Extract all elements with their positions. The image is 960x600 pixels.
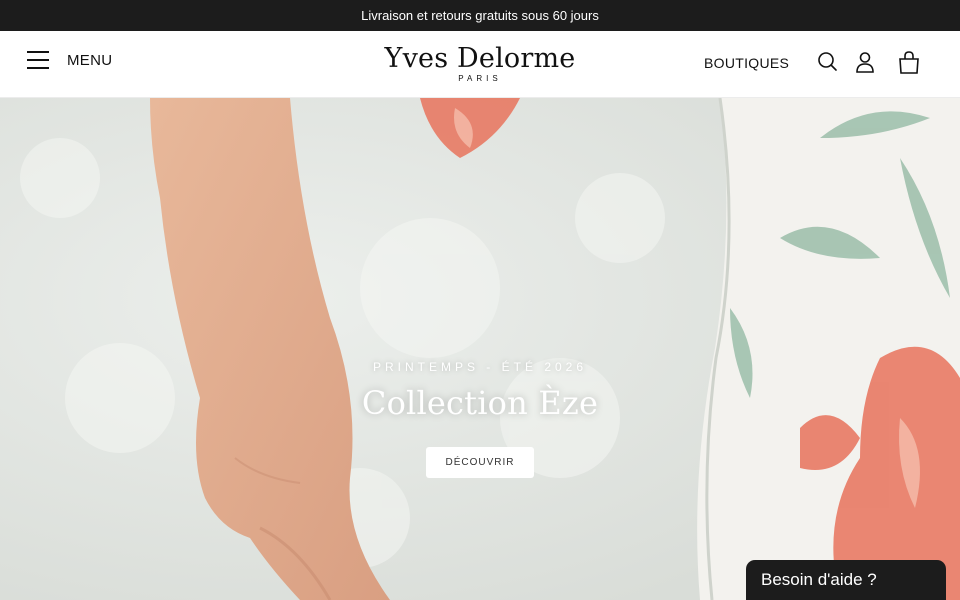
logo-subtitle: PARIS: [458, 74, 502, 83]
hero-image: [0, 98, 960, 600]
boutiques-link[interactable]: BOUTIQUES: [704, 55, 789, 71]
help-label: Besoin d'aide ?: [761, 570, 877, 589]
help-chat-button[interactable]: Besoin d'aide ?: [746, 560, 946, 600]
announcement-text: Livraison et retours gratuits sous 60 jo…: [361, 8, 599, 23]
hero-banner[interactable]: PRINTEMPS - ÉTÉ 2026 Collection Èze DÉCO…: [0, 98, 960, 600]
hero-eyebrow: PRINTEMPS - ÉTÉ 2026: [372, 360, 588, 374]
bag-icon[interactable]: [896, 49, 922, 75]
hero-title: Collection Èze: [361, 384, 599, 422]
site-header: MENU Yves Delorme PARIS BOUTIQUES: [0, 31, 960, 98]
announcement-bar: Livraison et retours gratuits sous 60 jo…: [0, 0, 960, 31]
discover-button[interactable]: DÉCOUVRIR: [426, 447, 534, 478]
search-icon[interactable]: [815, 49, 841, 75]
account-icon[interactable]: [852, 49, 878, 75]
